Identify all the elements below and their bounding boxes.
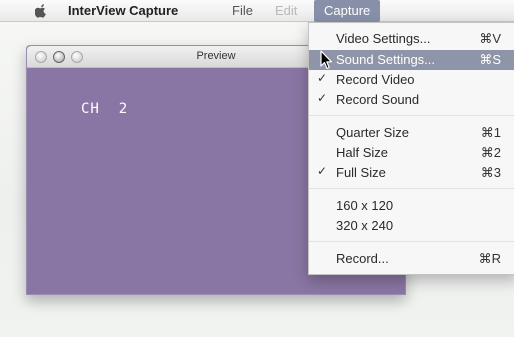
menu-item-quarter-size[interactable]: Quarter Size ⌘1 [309,123,514,143]
menu-item-record[interactable]: Record... ⌘R [309,249,514,269]
menu-separator [309,188,514,189]
app-menu[interactable]: InterView Capture [68,3,178,18]
menu-item-label: Full Size [336,165,386,180]
edit-menu[interactable]: Edit [275,3,297,18]
menu-item-label: Record Sound [336,92,420,107]
menu-item-shortcut: ⌘S [479,52,501,67]
menu-item-label: Sound Settings... [336,52,436,67]
menu-item-shortcut: ⌘V [479,31,501,46]
menu-separator [309,241,514,242]
checkmark-icon: ✓ [317,164,328,178]
menu-item-label: Half Size [336,145,389,160]
menu-item-half-size[interactable]: Half Size ⌘2 [309,143,514,163]
menu-bar: InterView Capture File Edit Capture [0,0,514,22]
menu-item-label: 320 x 240 [336,218,394,233]
menu-item-label: 160 x 120 [336,198,394,213]
capture-menu[interactable]: Capture [314,0,381,22]
channel-overlay: CH 2 [81,101,129,117]
menu-item-sound-settings[interactable]: Sound Settings... ⌘S [309,50,514,70]
menu-item-shortcut: ⌘1 [480,125,501,140]
menu-item-shortcut: ⌘R [478,251,501,266]
menu-item-record-sound[interactable]: ✓ Record Sound [309,90,514,110]
menu-item-full-size[interactable]: ✓ Full Size ⌘3 [309,163,514,183]
menu-separator [309,115,514,116]
menu-item-label: Quarter Size [336,125,409,140]
menu-item-320x240[interactable]: 320 x 240 [309,216,514,236]
menu-item-record-video[interactable]: ✓ Record Video [309,70,514,90]
menu-item-label: Record... [336,251,389,266]
menu-item-160x120[interactable]: 160 x 120 [309,196,514,216]
apple-icon[interactable] [34,4,48,18]
menu-item-video-settings[interactable]: Video Settings... ⌘V [309,29,514,49]
capture-dropdown-menu: Video Settings... ⌘V Sound Settings... ⌘… [308,22,514,275]
arrow-cursor-icon [320,50,333,70]
menu-item-label: Record Video [336,72,415,87]
checkmark-icon: ✓ [317,91,328,105]
file-menu[interactable]: File [232,3,253,18]
checkmark-icon: ✓ [317,71,328,85]
menu-item-shortcut: ⌘2 [480,145,501,160]
menu-item-shortcut: ⌘3 [480,165,501,180]
menu-item-label: Video Settings... [336,31,431,46]
